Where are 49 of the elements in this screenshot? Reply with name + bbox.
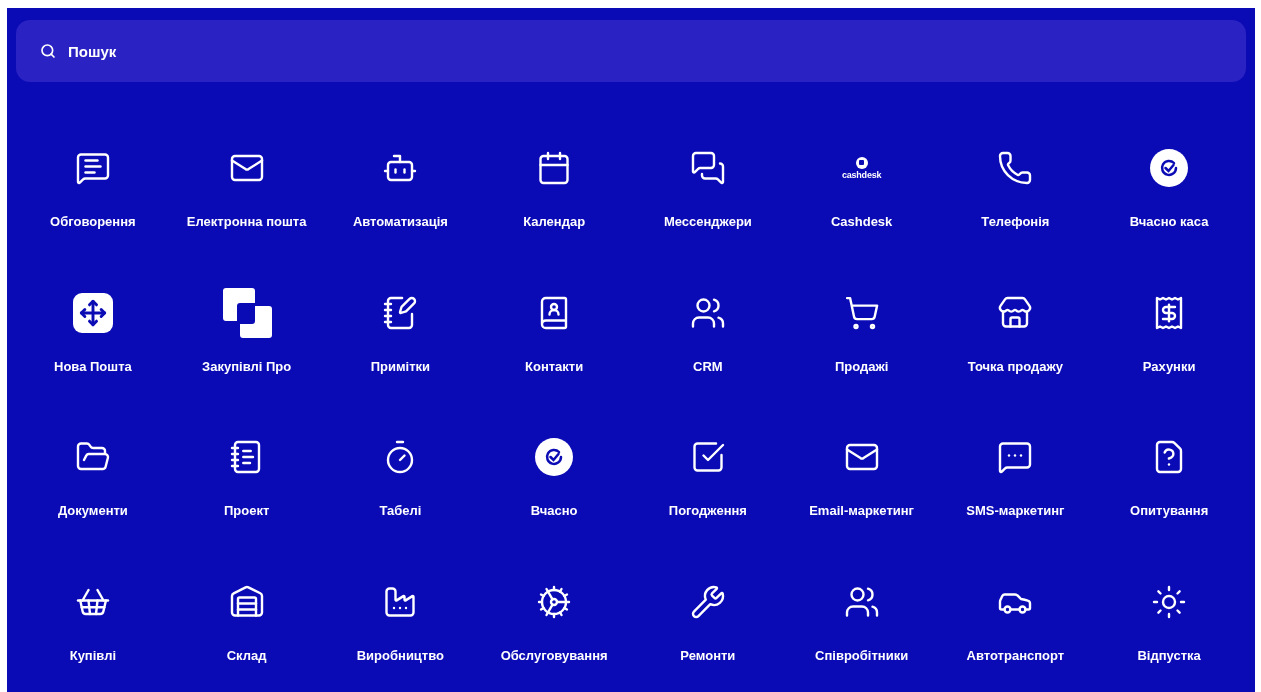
notepad-pen-icon [382,294,419,331]
chat-bubble-icon [74,150,111,186]
app-tile[interactable]: Склад [169,571,324,665]
app-tile[interactable]: Телефонія [938,138,1093,232]
store-icon [997,294,1034,331]
app-tile[interactable]: Нова Пошта [16,282,170,376]
phone-icon [997,150,1034,186]
arrows-tile-icon [72,292,113,333]
app-tile[interactable]: Виробництво [323,571,478,665]
app-tile[interactable]: Мессенджери [631,138,785,232]
app-tile[interactable]: Ремонти [631,571,785,665]
app-tile[interactable]: Вчасно [477,427,631,521]
chat-bubbles-icon [689,150,726,186]
app-tile[interactable]: Автоматизація [323,138,478,232]
search-field[interactable]: Пошук [16,20,1246,82]
check-circle-icon [1150,149,1189,187]
search-icon [40,43,56,59]
app-tile[interactable]: Email-маркетинг [784,427,939,521]
app-tile[interactable]: Проект [169,427,324,521]
gear-icon [536,583,573,620]
app-tile[interactable]: Електронна пошта [169,138,324,232]
app-tile[interactable]: Календар [477,138,631,232]
app-tile[interactable]: Опитування [1092,427,1246,521]
app-tile[interactable]: Співробітники [784,571,939,665]
app-tile[interactable]: Обслуговування [477,571,631,665]
app-tile[interactable]: Документи [16,427,170,521]
app-tile[interactable]: Відпустка [1092,571,1246,665]
app-tile[interactable]: Контакти [477,282,631,376]
app-tile[interactable]: CRM [631,282,785,376]
app-tile[interactable]: Табелі [323,427,478,521]
app-tile[interactable]: Купівлі [16,571,170,665]
sun-icon [1151,583,1188,620]
app-tile[interactable]: cashdesk Cashdesk [784,138,939,232]
cashdesk-logo: cashdesk [842,156,882,180]
warehouse-icon [228,583,265,620]
app-tile[interactable]: Точка продажу [938,282,1093,376]
app-tile[interactable]: SMS-маркетинг [938,427,1093,521]
app-tile[interactable]: Продажі [784,282,939,376]
app-tile[interactable]: Примітки [323,282,478,376]
app-tile[interactable]: Закупівлі Про [169,282,324,376]
message-icon [997,439,1034,475]
app-tile[interactable]: Погодження [631,427,785,521]
wrench-icon [689,583,726,620]
app-tile[interactable]: Автотранспорт [938,571,1093,665]
app-tile[interactable]: Обговорення [16,138,170,232]
cart-icon [843,294,880,331]
app-tile[interactable]: Рахунки [1092,282,1246,376]
check-circle-icon [535,438,574,476]
app-tile[interactable]: Вчасно каса [1092,138,1246,232]
